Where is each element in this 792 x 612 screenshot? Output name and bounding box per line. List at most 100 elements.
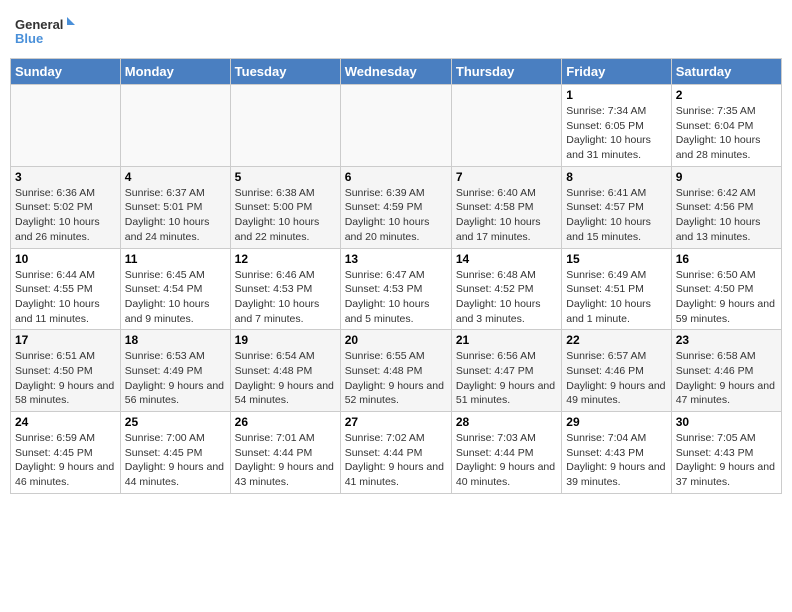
day-number: 25: [125, 415, 226, 429]
day-detail: Sunrise: 6:37 AM Sunset: 5:01 PM Dayligh…: [125, 187, 210, 243]
day-number: 27: [345, 415, 447, 429]
calendar-cell: [11, 85, 121, 167]
calendar-cell: 12 Sunrise: 6:46 AM Sunset: 4:53 PM Dayli…: [230, 248, 340, 330]
calendar-cell: 19 Sunrise: 6:54 AM Sunset: 4:48 PM Dayli…: [230, 330, 340, 412]
day-detail: Sunrise: 6:47 AM Sunset: 4:53 PM Dayligh…: [345, 269, 430, 325]
day-number: 18: [125, 333, 226, 347]
logo: GeneralBlue: [15, 15, 75, 50]
calendar: SundayMondayTuesdayWednesdayThursdayFrid…: [10, 58, 782, 494]
calendar-cell: 9 Sunrise: 6:42 AM Sunset: 4:56 PM Daylig…: [671, 166, 781, 248]
day-number: 28: [456, 415, 557, 429]
day-detail: Sunrise: 6:48 AM Sunset: 4:52 PM Dayligh…: [456, 269, 541, 325]
day-number: 21: [456, 333, 557, 347]
day-number: 30: [676, 415, 777, 429]
day-detail: Sunrise: 6:56 AM Sunset: 4:47 PM Dayligh…: [456, 350, 555, 406]
week-row-1: 3 Sunrise: 6:36 AM Sunset: 5:02 PM Daylig…: [11, 166, 782, 248]
calendar-cell: 11Sunrise: 6:45 AM Sunset: 4:54 PM Dayli…: [120, 248, 230, 330]
week-row-2: 10Sunrise: 6:44 AM Sunset: 4:55 PM Dayli…: [11, 248, 782, 330]
calendar-cell: 16Sunrise: 6:50 AM Sunset: 4:50 PM Dayli…: [671, 248, 781, 330]
day-detail: Sunrise: 6:45 AM Sunset: 4:54 PM Dayligh…: [125, 269, 210, 325]
day-header-wednesday: Wednesday: [340, 59, 451, 85]
calendar-cell: 4 Sunrise: 6:37 AM Sunset: 5:01 PM Daylig…: [120, 166, 230, 248]
day-number: 23: [676, 333, 777, 347]
calendar-cell: 18Sunrise: 6:53 AM Sunset: 4:49 PM Dayli…: [120, 330, 230, 412]
day-number: 15: [566, 252, 666, 266]
calendar-cell: 20Sunrise: 6:55 AM Sunset: 4:48 PM Dayli…: [340, 330, 451, 412]
day-number: 19: [235, 333, 336, 347]
day-detail: Sunrise: 7:00 AM Sunset: 4:45 PM Dayligh…: [125, 432, 224, 488]
day-number: 22: [566, 333, 666, 347]
calendar-cell: 28 Sunrise: 7:03 AM Sunset: 4:44 PM Dayli…: [451, 412, 561, 494]
calendar-cell: 25 Sunrise: 7:00 AM Sunset: 4:45 PM Dayli…: [120, 412, 230, 494]
day-header-sunday: Sunday: [11, 59, 121, 85]
calendar-cell: 21 Sunrise: 6:56 AM Sunset: 4:47 PM Dayli…: [451, 330, 561, 412]
day-detail: Sunrise: 6:58 AM Sunset: 4:46 PM Dayligh…: [676, 350, 775, 406]
day-detail: Sunrise: 6:41 AM Sunset: 4:57 PM Dayligh…: [566, 187, 651, 243]
day-number: 5: [235, 170, 336, 184]
day-number: 26: [235, 415, 336, 429]
day-header-monday: Monday: [120, 59, 230, 85]
calendar-cell: [340, 85, 451, 167]
day-detail: Sunrise: 7:01 AM Sunset: 4:44 PM Dayligh…: [235, 432, 334, 488]
day-detail: Sunrise: 6:46 AM Sunset: 4:53 PM Dayligh…: [235, 269, 320, 325]
day-number: 12: [235, 252, 336, 266]
day-number: 2: [676, 88, 777, 102]
calendar-cell: 8 Sunrise: 6:41 AM Sunset: 4:57 PM Daylig…: [562, 166, 671, 248]
week-row-3: 17 Sunrise: 6:51 AM Sunset: 4:50 PM Dayli…: [11, 330, 782, 412]
logo-svg: GeneralBlue: [15, 15, 75, 50]
calendar-cell: 10Sunrise: 6:44 AM Sunset: 4:55 PM Dayli…: [11, 248, 121, 330]
day-number: 7: [456, 170, 557, 184]
week-row-0: 1 Sunrise: 7:34 AM Sunset: 6:05 PM Daylig…: [11, 85, 782, 167]
calendar-cell: [120, 85, 230, 167]
day-detail: Sunrise: 6:44 AM Sunset: 4:55 PM Dayligh…: [15, 269, 100, 325]
day-detail: Sunrise: 6:59 AM Sunset: 4:45 PM Dayligh…: [15, 432, 114, 488]
calendar-cell: 1 Sunrise: 7:34 AM Sunset: 6:05 PM Daylig…: [562, 85, 671, 167]
week-row-4: 24 Sunrise: 6:59 AM Sunset: 4:45 PM Dayli…: [11, 412, 782, 494]
calendar-cell: 6 Sunrise: 6:39 AM Sunset: 4:59 PM Daylig…: [340, 166, 451, 248]
day-detail: Sunrise: 7:04 AM Sunset: 4:43 PM Dayligh…: [566, 432, 665, 488]
calendar-cell: 15 Sunrise: 6:49 AM Sunset: 4:51 PM Dayli…: [562, 248, 671, 330]
day-number: 17: [15, 333, 116, 347]
day-number: 24: [15, 415, 116, 429]
day-detail: Sunrise: 6:40 AM Sunset: 4:58 PM Dayligh…: [456, 187, 541, 243]
header-row: SundayMondayTuesdayWednesdayThursdayFrid…: [11, 59, 782, 85]
day-number: 16: [676, 252, 777, 266]
day-header-friday: Friday: [562, 59, 671, 85]
day-detail: Sunrise: 6:51 AM Sunset: 4:50 PM Dayligh…: [15, 350, 114, 406]
calendar-cell: 22 Sunrise: 6:57 AM Sunset: 4:46 PM Dayli…: [562, 330, 671, 412]
day-detail: Sunrise: 6:55 AM Sunset: 4:48 PM Dayligh…: [345, 350, 444, 406]
day-number: 3: [15, 170, 116, 184]
day-number: 9: [676, 170, 777, 184]
day-detail: Sunrise: 7:03 AM Sunset: 4:44 PM Dayligh…: [456, 432, 555, 488]
svg-text:General: General: [15, 17, 63, 32]
calendar-cell: 23 Sunrise: 6:58 AM Sunset: 4:46 PM Dayli…: [671, 330, 781, 412]
day-number: 13: [345, 252, 447, 266]
calendar-cell: 27 Sunrise: 7:02 AM Sunset: 4:44 PM Dayli…: [340, 412, 451, 494]
calendar-cell: 29Sunrise: 7:04 AM Sunset: 4:43 PM Dayli…: [562, 412, 671, 494]
day-detail: Sunrise: 7:35 AM Sunset: 6:04 PM Dayligh…: [676, 105, 761, 161]
calendar-cell: [230, 85, 340, 167]
calendar-cell: [451, 85, 561, 167]
day-detail: Sunrise: 6:39 AM Sunset: 4:59 PM Dayligh…: [345, 187, 430, 243]
day-number: 8: [566, 170, 666, 184]
day-detail: Sunrise: 6:54 AM Sunset: 4:48 PM Dayligh…: [235, 350, 334, 406]
day-detail: Sunrise: 6:36 AM Sunset: 5:02 PM Dayligh…: [15, 187, 100, 243]
day-detail: Sunrise: 7:02 AM Sunset: 4:44 PM Dayligh…: [345, 432, 444, 488]
day-detail: Sunrise: 6:57 AM Sunset: 4:46 PM Dayligh…: [566, 350, 665, 406]
day-detail: Sunrise: 7:34 AM Sunset: 6:05 PM Dayligh…: [566, 105, 651, 161]
calendar-cell: 17 Sunrise: 6:51 AM Sunset: 4:50 PM Dayli…: [11, 330, 121, 412]
day-number: 4: [125, 170, 226, 184]
calendar-cell: 13 Sunrise: 6:47 AM Sunset: 4:53 PM Dayli…: [340, 248, 451, 330]
day-number: 1: [566, 88, 666, 102]
header: GeneralBlue: [10, 10, 782, 50]
day-detail: Sunrise: 6:49 AM Sunset: 4:51 PM Dayligh…: [566, 269, 651, 325]
svg-text:Blue: Blue: [15, 31, 43, 46]
calendar-cell: 24 Sunrise: 6:59 AM Sunset: 4:45 PM Dayli…: [11, 412, 121, 494]
day-number: 6: [345, 170, 447, 184]
day-header-thursday: Thursday: [451, 59, 561, 85]
calendar-cell: 7 Sunrise: 6:40 AM Sunset: 4:58 PM Daylig…: [451, 166, 561, 248]
day-detail: Sunrise: 7:05 AM Sunset: 4:43 PM Dayligh…: [676, 432, 775, 488]
calendar-cell: 2 Sunrise: 7:35 AM Sunset: 6:04 PM Daylig…: [671, 85, 781, 167]
day-number: 14: [456, 252, 557, 266]
day-detail: Sunrise: 6:42 AM Sunset: 4:56 PM Dayligh…: [676, 187, 761, 243]
